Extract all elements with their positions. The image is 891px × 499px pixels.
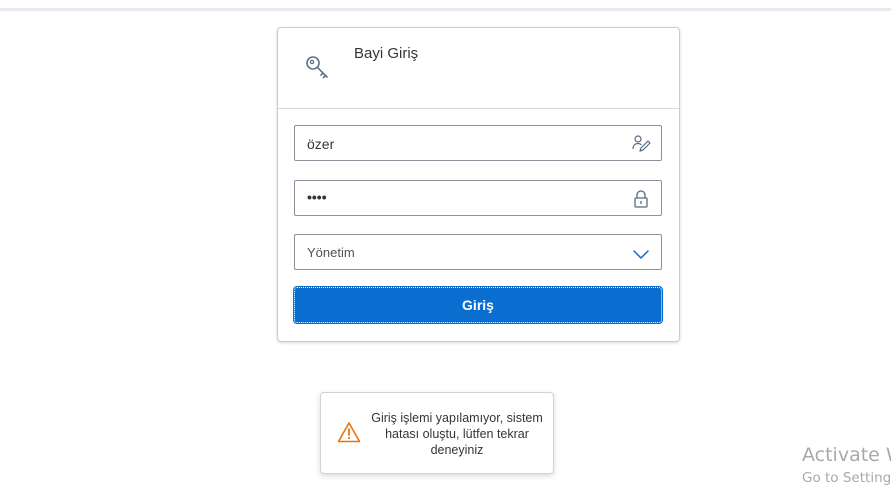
watermark-line2: Go to Setting xyxy=(802,470,891,486)
lock-icon[interactable] xyxy=(631,189,651,209)
top-strip xyxy=(0,0,891,11)
key-icon xyxy=(306,56,328,79)
password-value: •••• xyxy=(307,189,327,205)
username-field[interactable]: özer xyxy=(294,125,662,161)
username-value: özer xyxy=(307,136,335,152)
card-header: Bayi Giriş xyxy=(278,28,679,109)
toast-message: Giriş işlemi yapılamıyor, sistem hatası … xyxy=(371,411,543,457)
card-title: Bayi Giriş xyxy=(354,45,419,62)
error-toast: Giriş işlemi yapılamıyor, sistem hatası … xyxy=(320,392,554,474)
login-card: Bayi Giriş özer •••• Yönetim Giriş xyxy=(277,27,680,342)
dealer-select-value: Yönetim xyxy=(307,245,355,260)
user-edit-icon[interactable] xyxy=(631,134,651,154)
password-field[interactable]: •••• xyxy=(294,180,662,216)
windows-activation-watermark: Activate W Go to Setting xyxy=(802,444,891,486)
dealer-select[interactable]: Yönetim xyxy=(294,234,662,270)
chevron-down-icon[interactable] xyxy=(631,244,651,264)
warning-triangle-icon xyxy=(337,422,361,443)
watermark-line1: Activate W xyxy=(802,444,891,466)
login-button[interactable]: Giriş xyxy=(293,286,663,324)
